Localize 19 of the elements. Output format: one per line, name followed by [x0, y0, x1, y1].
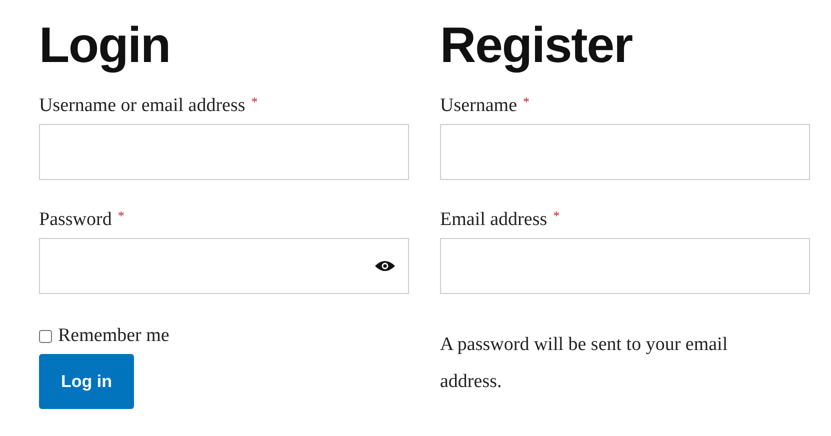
- checkbox-label: Remember me: [58, 324, 170, 348]
- eye-icon[interactable]: [374, 259, 396, 273]
- required-mark: *: [553, 208, 560, 224]
- field-label: Username or email address: [39, 94, 246, 118]
- field-label: Password: [39, 208, 112, 232]
- info-text: A password will be sent to your email address.: [440, 333, 729, 394]
- register-heading: Register: [440, 16, 632, 75]
- required-mark: *: [118, 208, 124, 224]
- input-field[interactable]: [39, 124, 409, 180]
- field-label: Username: [440, 94, 518, 118]
- required-mark: *: [251, 94, 258, 110]
- login-button[interactable]: Log in: [39, 354, 134, 409]
- input-field[interactable]: [440, 238, 810, 294]
- login-heading: Login: [39, 16, 170, 75]
- input-field[interactable]: [440, 124, 810, 180]
- input-field[interactable]: [39, 238, 409, 294]
- field-label: Email address: [440, 208, 548, 232]
- required-mark: *: [523, 94, 530, 110]
- checkbox[interactable]: [39, 330, 52, 342]
